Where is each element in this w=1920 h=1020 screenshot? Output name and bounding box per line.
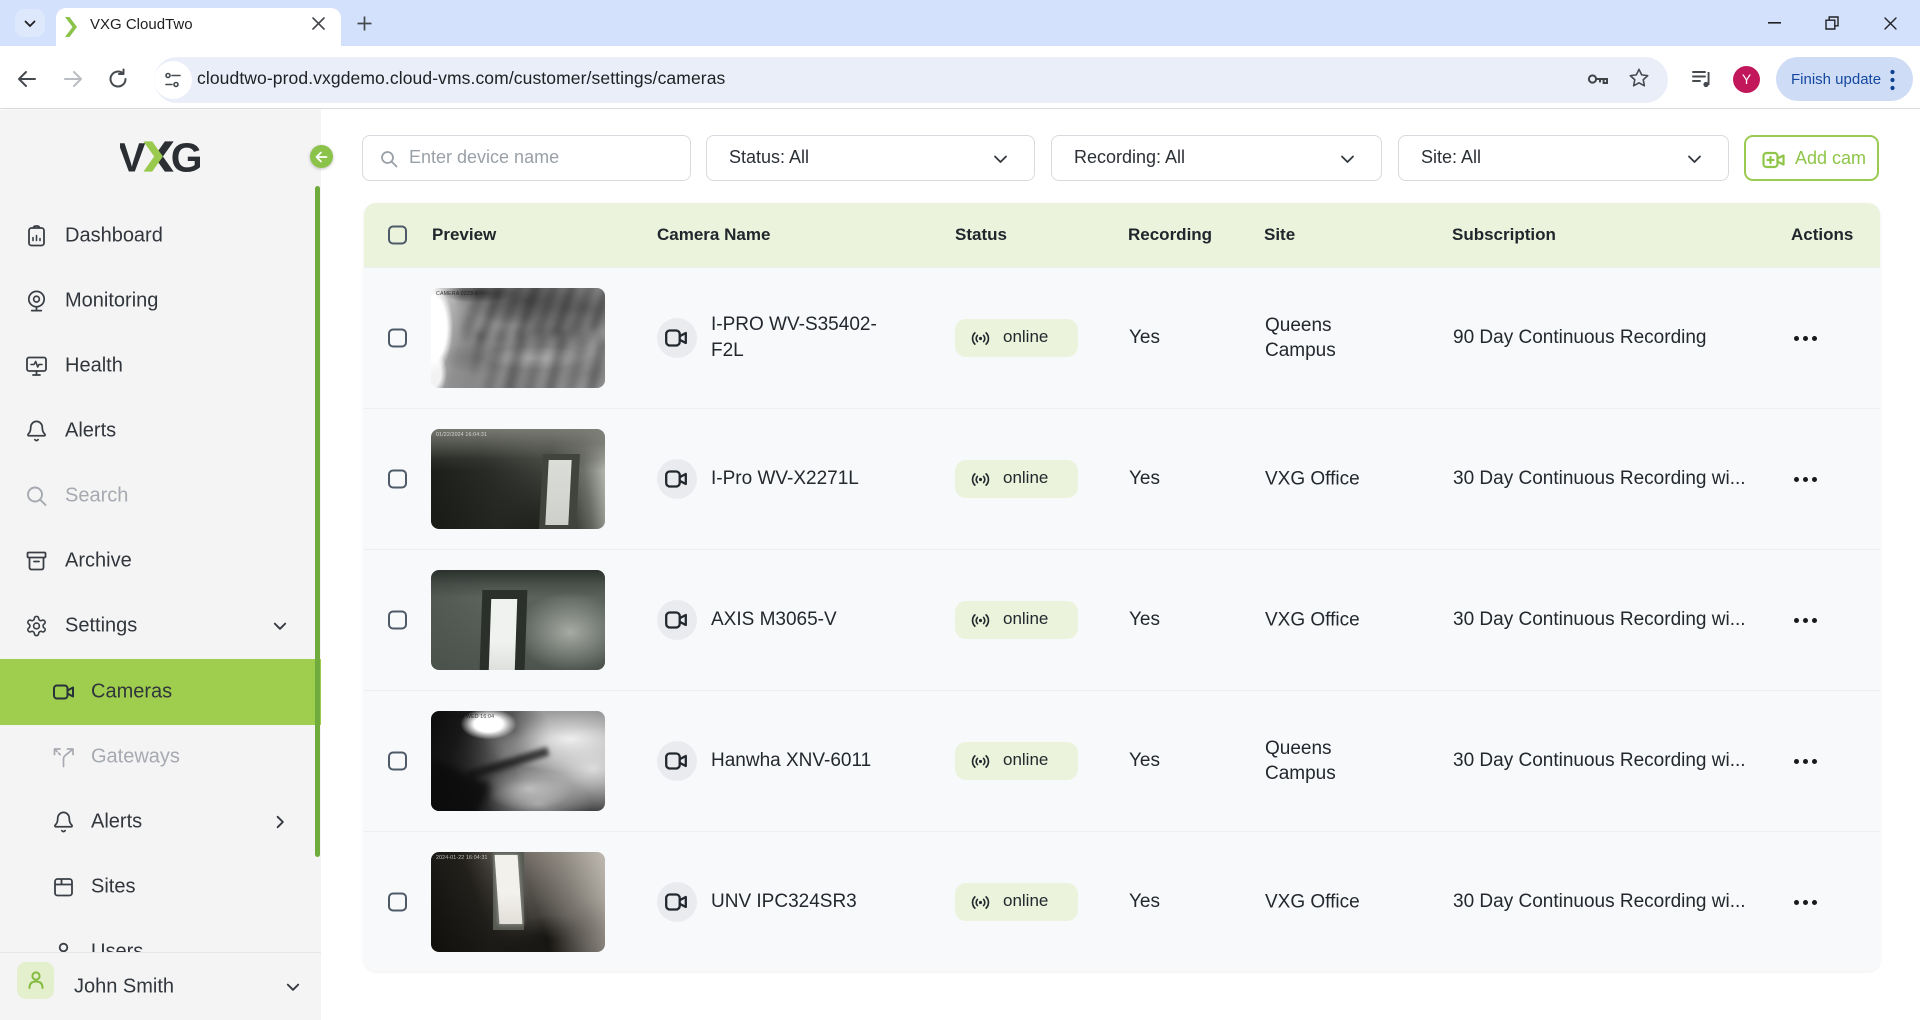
svg-text:V: V xyxy=(120,141,146,173)
svg-text:G: G xyxy=(171,141,200,173)
